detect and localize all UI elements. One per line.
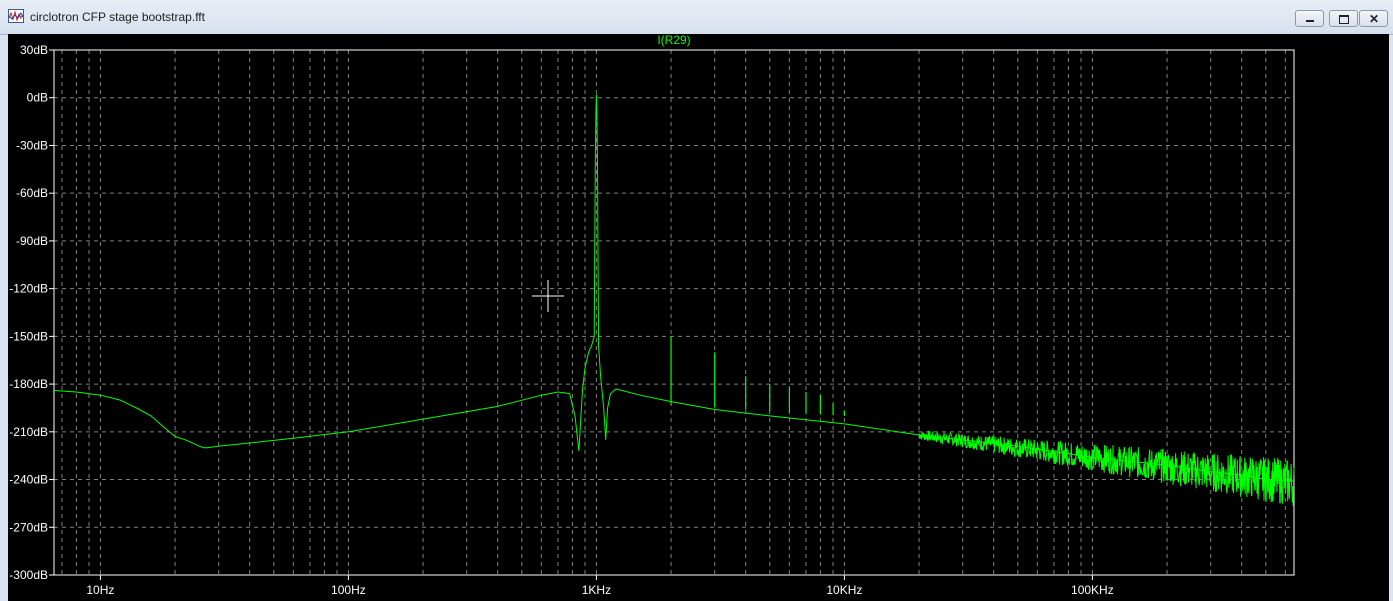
x-tick-label: 1KHz (582, 583, 611, 597)
noise-floor-trace (918, 430, 1295, 506)
minimize-button[interactable] (1295, 10, 1324, 27)
y-tick-label: -300dB (9, 568, 48, 582)
maximize-icon (1339, 15, 1349, 24)
y-axis-labels: 30dB 0dB -30dB -60dB -90dB -120dB -150dB -180dB… (9, 43, 54, 582)
x-tick-label: 10KHz (826, 583, 862, 597)
y-tick-label: -30dB (16, 138, 48, 152)
fft-chart[interactable]: 30dB 0dB -30dB -60dB -90dB -120dB -150dB -180dB… (8, 34, 1389, 601)
x-tick-label: 100KHz (1071, 583, 1114, 597)
y-tick-label: -180dB (9, 377, 48, 391)
y-tick-label: -210dB (9, 425, 48, 439)
plot-pane[interactable]: 30dB 0dB -30dB -60dB -90dB -120dB -150dB -180dB… (8, 34, 1389, 601)
close-icon: ✕ (1369, 12, 1380, 26)
minimize-icon (1306, 20, 1314, 22)
y-tick-label: -270dB (9, 520, 48, 534)
x-tick-label: 10Hz (86, 583, 114, 597)
x-tick-label: 100Hz (331, 583, 366, 597)
y-tick-label: -240dB (9, 473, 48, 487)
grid-lines (54, 49, 1294, 576)
title-bar: circlotron CFP stage bootstrap.fft ✕ (0, 0, 1393, 35)
crosshair-cursor (532, 280, 564, 312)
y-tick-label: 0dB (27, 91, 48, 105)
close-button[interactable]: ✕ (1359, 10, 1388, 27)
window-title: circlotron CFP stage bootstrap.fft (30, 10, 205, 24)
y-tick-label: -90dB (16, 234, 48, 248)
maximize-button[interactable] (1329, 10, 1358, 27)
plot-border (53, 49, 1295, 576)
y-tick-label: -60dB (16, 186, 48, 200)
traces (53, 94, 1295, 506)
y-tick-label: -150dB (9, 329, 48, 343)
y-tick-label: 30dB (20, 43, 48, 57)
x-axis-labels: 10Hz 100Hz 1KHz 10KHz 100KHz (86, 575, 1114, 597)
series-label: I(R29) (657, 34, 690, 47)
y-tick-label: -120dB (9, 282, 48, 296)
legend: I(R29) (657, 34, 690, 47)
plot-frame (53, 49, 1295, 576)
waveform-icon (8, 9, 24, 23)
series-line (53, 94, 1295, 482)
